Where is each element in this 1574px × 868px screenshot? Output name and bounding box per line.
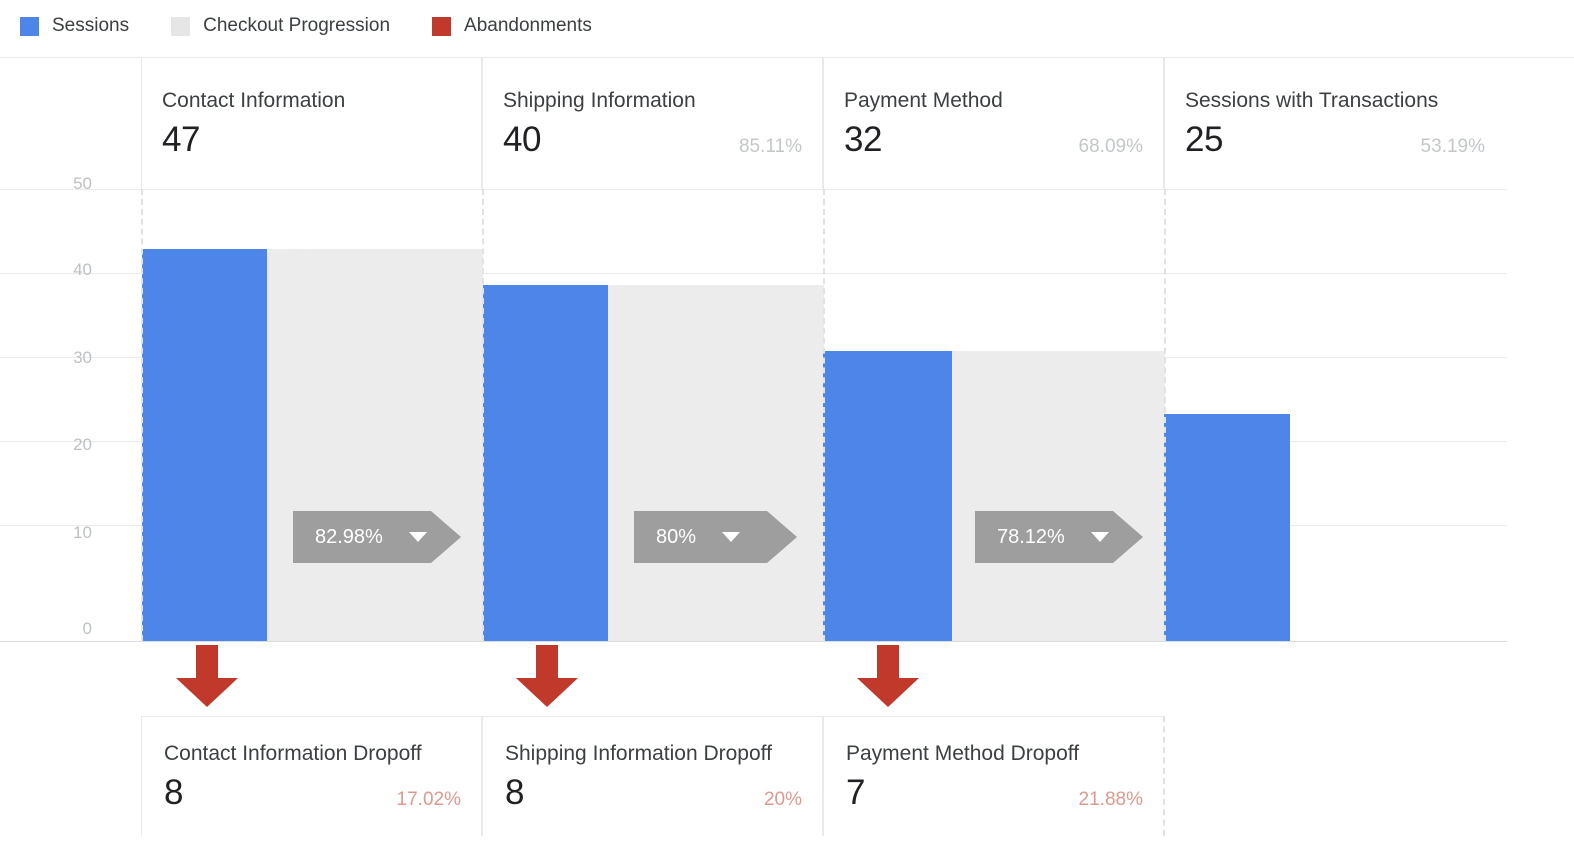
- stage-value: 25: [1185, 120, 1223, 159]
- dropoff-percent: 17.02%: [396, 789, 461, 810]
- stage-separator: [482, 189, 484, 641]
- progression-badge-payment-method[interactable]: 78.12%: [975, 511, 1143, 563]
- chart-legend: Sessions Checkout Progression Abandonmen…: [0, 0, 1574, 52]
- caret-down-icon[interactable]: [1091, 532, 1109, 542]
- checkout-progression-band: [142, 249, 1290, 641]
- progression-rate: 78.12%: [997, 525, 1065, 548]
- arrow-down-head-icon: [176, 678, 238, 707]
- dropoff-name: Payment Method Dropoff: [846, 742, 1080, 765]
- arrow-down-icon: [196, 645, 218, 679]
- arrow-down-head-icon: [516, 678, 578, 707]
- dropoff-name: Shipping Information Dropoff: [505, 742, 772, 765]
- dropoff-arrow-shipping-information: [516, 645, 578, 707]
- dropoff-arrow-contact-information: [176, 645, 238, 707]
- dropoff-arrow-payment-method: [857, 645, 919, 707]
- stage-percent: 53.19%: [1420, 136, 1485, 157]
- stage-separator: [823, 189, 825, 641]
- stage-card-sessions-with-transactions[interactable]: Sessions with Transactions 25 53.19%: [1164, 58, 1505, 189]
- checkout-funnel-chart: Sessions Checkout Progression Abandonmen…: [0, 0, 1574, 868]
- square-swatch-icon: [20, 16, 39, 36]
- dropoff-percent: 20%: [763, 789, 802, 810]
- legend-label: Abandonments: [464, 15, 592, 36]
- stage-name: Payment Method: [844, 89, 1003, 112]
- dropoff-percent: 21.88%: [1078, 789, 1143, 810]
- caret-down-icon[interactable]: [409, 532, 427, 542]
- progression-badge-shipping-information[interactable]: 80%: [634, 511, 797, 563]
- arrow-down-icon: [536, 645, 558, 679]
- arrow-down-head-icon: [857, 678, 919, 707]
- stage-name: Shipping Information: [503, 89, 696, 112]
- caret-down-icon[interactable]: [722, 532, 740, 542]
- dropoff-value: 8: [164, 773, 183, 812]
- dropoff-value: 8: [505, 773, 524, 812]
- dropoff-value: 7: [846, 773, 865, 812]
- square-swatch-icon: [432, 16, 452, 36]
- stage-name: Contact Information: [162, 89, 346, 112]
- stage-card-payment-method[interactable]: Payment Method 32 68.09%: [823, 58, 1164, 189]
- dropoff-row: Contact Information Dropoff 8 17.02% Shi…: [0, 716, 1574, 836]
- dropoff-name: Contact Information Dropoff: [164, 742, 422, 765]
- stage-percent: 68.09%: [1078, 136, 1143, 157]
- legend-item-abandonments[interactable]: Abandonments: [432, 15, 592, 37]
- stage-card-contact-information[interactable]: Contact Information 47: [141, 58, 482, 189]
- square-swatch-icon: [171, 16, 191, 36]
- legend-label: Checkout Progression: [203, 15, 391, 36]
- legend-item-sessions[interactable]: Sessions: [20, 15, 129, 37]
- stage-percent: 85.11%: [738, 136, 802, 157]
- plot-area: 50 40 30 20 10 0 82.98% 80% 78.12%: [0, 174, 1574, 642]
- stage-header-row: Contact Information 47 Shipping Informat…: [0, 58, 1574, 189]
- arrow-down-icon: [877, 645, 899, 679]
- legend-label: Sessions: [52, 15, 130, 36]
- progression-rate: 82.98%: [315, 525, 383, 548]
- stage-value: 47: [162, 120, 200, 159]
- stage-name: Sessions with Transactions: [1185, 89, 1439, 112]
- dropoff-card-shipping-information[interactable]: Shipping Information Dropoff 8 20%: [482, 716, 823, 836]
- stage-card-shipping-information[interactable]: Shipping Information 40 85.11%: [482, 58, 823, 189]
- axis-baseline: [0, 641, 1507, 642]
- legend-item-checkout-progression[interactable]: Checkout Progression: [171, 15, 390, 37]
- stage-value: 40: [503, 120, 541, 159]
- dropoff-card-contact-information[interactable]: Contact Information Dropoff 8 17.02%: [141, 716, 482, 836]
- stage-separator: [1164, 189, 1166, 641]
- dropoff-card-payment-method[interactable]: Payment Method Dropoff 7 21.88%: [823, 716, 1165, 836]
- progression-rate: 80%: [656, 525, 697, 548]
- stage-separator: [141, 189, 143, 641]
- stage-value: 32: [844, 120, 882, 159]
- progression-badge-contact-information[interactable]: 82.98%: [293, 511, 461, 563]
